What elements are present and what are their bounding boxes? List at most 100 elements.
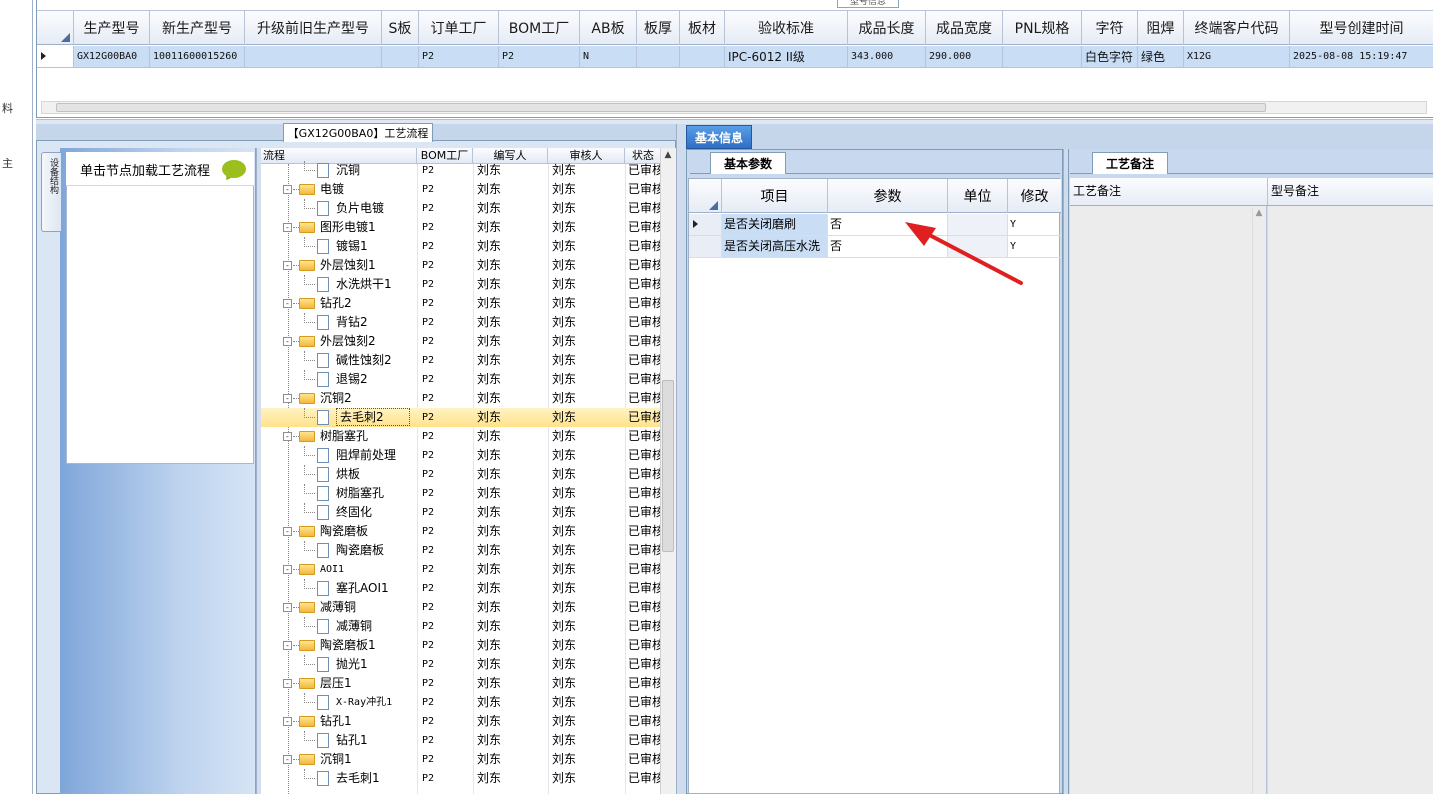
column-header[interactable]: 板材 (680, 11, 725, 45)
tree-row[interactable]: - 外层蚀刻2 P2 刘东 刘东 已审核 (261, 332, 661, 351)
column-header[interactable]: 升级前旧生产型号 (245, 11, 382, 45)
tree-row[interactable]: - 树脂塞孔 P2 刘东 刘东 已审核 (261, 427, 661, 446)
tree-row[interactable]: - AOI1 P2 刘东 刘东 已审核 (261, 560, 661, 579)
table-cell[interactable] (637, 46, 680, 67)
tree-row[interactable]: 塞孔AOI1 P2 刘东 刘东 已审核 (261, 579, 661, 598)
process-remark-textarea[interactable] (1070, 206, 1267, 794)
param-column-header[interactable]: 项目 (722, 179, 828, 213)
table-cell[interactable]: 白色字符 (1082, 46, 1138, 67)
tree-row[interactable]: - 外层蚀刻1 P2 刘东 刘东 已审核 (261, 256, 661, 275)
column-header[interactable]: 新生产型号 (150, 11, 245, 45)
table-cell[interactable]: X12G (1184, 46, 1290, 67)
param-cell-param[interactable]: 否 (828, 236, 948, 257)
scroll-up-icon[interactable]: ▲ (661, 150, 675, 162)
param-column-header[interactable]: 修改 (1008, 179, 1061, 213)
tree-row[interactable]: 退锡2 P2 刘东 刘东 已审核 (261, 370, 661, 389)
tree-row[interactable]: 烘板 P2 刘东 刘东 已审核 (261, 465, 661, 484)
tree-row[interactable]: 抛光1 P2 刘东 刘东 已审核 (261, 655, 661, 674)
table-cell[interactable]: P2 (419, 46, 499, 67)
column-header[interactable]: 成品宽度 (926, 11, 1003, 45)
tree-row[interactable]: 碱性蚀刻2 P2 刘东 刘东 已审核 (261, 351, 661, 370)
collapse-icon[interactable]: - (283, 717, 292, 726)
column-header[interactable]: 阻焊 (1138, 11, 1184, 45)
tree-row[interactable]: - 钻孔2 P2 刘东 刘东 已审核 (261, 294, 661, 313)
param-column-header[interactable]: 参数 (828, 179, 948, 213)
tab-basic-info[interactable]: 基本信息 (686, 125, 752, 149)
tree-row[interactable]: - 电镀 P2 刘东 刘东 已审核 (261, 180, 661, 199)
model-remark-textarea[interactable] (1268, 206, 1433, 794)
table-cell[interactable]: 290.000 (926, 46, 1003, 67)
table-cell[interactable] (245, 46, 382, 67)
tab-basic-params[interactable]: 基本参数 (710, 152, 786, 174)
tree-row[interactable]: 背钻2 P2 刘东 刘东 已审核 (261, 313, 661, 332)
column-header[interactable]: PNL规格 (1003, 11, 1082, 45)
table-cell[interactable]: 绿色 (1138, 46, 1184, 67)
param-row[interactable]: 是否关闭高压水洗否 Y (689, 236, 1061, 258)
tree-row[interactable]: - 钻孔1 P2 刘东 刘东 已审核 (261, 712, 661, 731)
collapse-icon[interactable]: - (283, 641, 292, 650)
tree-row[interactable]: - 沉铜2 P2 刘东 刘东 已审核 (261, 389, 661, 408)
collapse-icon[interactable]: - (283, 337, 292, 346)
remark-scrollbar[interactable]: ▲ (1252, 208, 1265, 794)
tree-row[interactable]: 钻孔1 P2 刘东 刘东 已审核 (261, 731, 661, 750)
horizontal-scrollbar[interactable] (41, 101, 1427, 114)
collapse-icon[interactable]: - (283, 299, 292, 308)
collapse-icon[interactable]: - (283, 261, 292, 270)
column-header[interactable]: 字符 (1082, 11, 1138, 45)
param-row[interactable]: 是否关闭磨刷否 Y (689, 214, 1061, 236)
scrollbar-thumb[interactable] (662, 380, 674, 552)
tree-row[interactable]: 负片电镀 P2 刘东 刘东 已审核 (261, 199, 661, 218)
tree-row[interactable]: 沉铜 P2 刘东 刘东 已审核 (261, 161, 661, 180)
table-row[interactable]: GX12G00BA0 10011600015260 P2 P2 N IPC-6012 II… (37, 46, 1433, 68)
tab-process-remarks[interactable]: 工艺备注 (1092, 152, 1168, 174)
scrollbar-thumb[interactable] (56, 103, 1266, 112)
column-header[interactable]: BOM工厂 (499, 11, 580, 45)
tree-row[interactable]: 去毛刺2 P2 刘东 刘东 已审核 (261, 408, 661, 427)
collapse-icon[interactable]: - (283, 185, 292, 194)
column-header[interactable]: 订单工厂 (419, 11, 499, 45)
param-column-header[interactable]: 单位 (948, 179, 1008, 213)
tree-row[interactable]: - 沉铜1 P2 刘东 刘东 已审核 (261, 750, 661, 769)
tree-row[interactable]: 去毛刺1 P2 刘东 刘东 已审核 (261, 769, 661, 788)
vertical-splitter[interactable] (676, 124, 686, 794)
column-header[interactable]: 终端客户代码 (1184, 11, 1290, 45)
tree-row[interactable]: 树脂塞孔 P2 刘东 刘东 已审核 (261, 484, 661, 503)
collapse-icon[interactable]: - (283, 755, 292, 764)
table-cell[interactable]: P2 (499, 46, 580, 67)
tree-row[interactable]: - 陶瓷磨板1 P2 刘东 刘东 已审核 (261, 636, 661, 655)
table-cell[interactable]: 343.000 (848, 46, 926, 67)
tree-row[interactable]: 终固化 P2 刘东 刘东 已审核 (261, 503, 661, 522)
column-header[interactable]: 成品长度 (848, 11, 926, 45)
collapse-icon[interactable]: - (283, 603, 292, 612)
tree-row[interactable]: 阻焊前处理 P2 刘东 刘东 已审核 (261, 446, 661, 465)
column-header[interactable]: 生产型号 (74, 11, 150, 45)
tree-row[interactable]: - 陶瓷磨板 P2 刘东 刘东 已审核 (261, 522, 661, 541)
table-cell[interactable] (680, 46, 725, 67)
column-header[interactable]: S板 (382, 11, 419, 45)
collapse-icon[interactable]: - (283, 565, 292, 574)
param-cell-param[interactable]: 否 (828, 214, 948, 235)
speech-bubble-icon[interactable] (222, 160, 246, 178)
tree-row[interactable]: X-Ray冲孔1 P2 刘东 刘东 已审核 (261, 693, 661, 712)
collapse-icon[interactable]: - (283, 394, 292, 403)
tree-row[interactable]: - 减薄铜 P2 刘东 刘东 已审核 (261, 598, 661, 617)
tree-row[interactable]: 水洗烘干1 P2 刘东 刘东 已审核 (261, 275, 661, 294)
tree-row[interactable]: 减薄铜 P2 刘东 刘东 已审核 (261, 617, 661, 636)
column-header[interactable]: 型号创建时间 (1290, 11, 1433, 45)
table-cell[interactable]: 2025-08-08 15:19:47 (1290, 46, 1433, 67)
tree-row[interactable]: - 图形电镀1 P2 刘东 刘东 已审核 (261, 218, 661, 237)
column-header[interactable]: AB板 (580, 11, 637, 45)
tree-row[interactable]: - 层压1 P2 刘东 刘东 已审核 (261, 674, 661, 693)
collapse-icon[interactable]: - (283, 432, 292, 441)
table-cell[interactable]: IPC-6012 II级 (725, 46, 848, 67)
table-cell[interactable]: N (580, 46, 637, 67)
table-cell[interactable] (382, 46, 419, 67)
collapse-icon[interactable]: - (283, 527, 292, 536)
tree-row[interactable]: 陶瓷磨板 P2 刘东 刘东 已审核 (261, 541, 661, 560)
tree-row[interactable]: 镀锡1 P2 刘东 刘东 已审核 (261, 237, 661, 256)
column-header[interactable]: 板厚 (637, 11, 680, 45)
collapse-icon[interactable]: - (283, 679, 292, 688)
table-cell[interactable]: 10011600015260 (150, 46, 245, 67)
collapse-icon[interactable]: - (283, 223, 292, 232)
table-cell[interactable] (1003, 46, 1082, 67)
